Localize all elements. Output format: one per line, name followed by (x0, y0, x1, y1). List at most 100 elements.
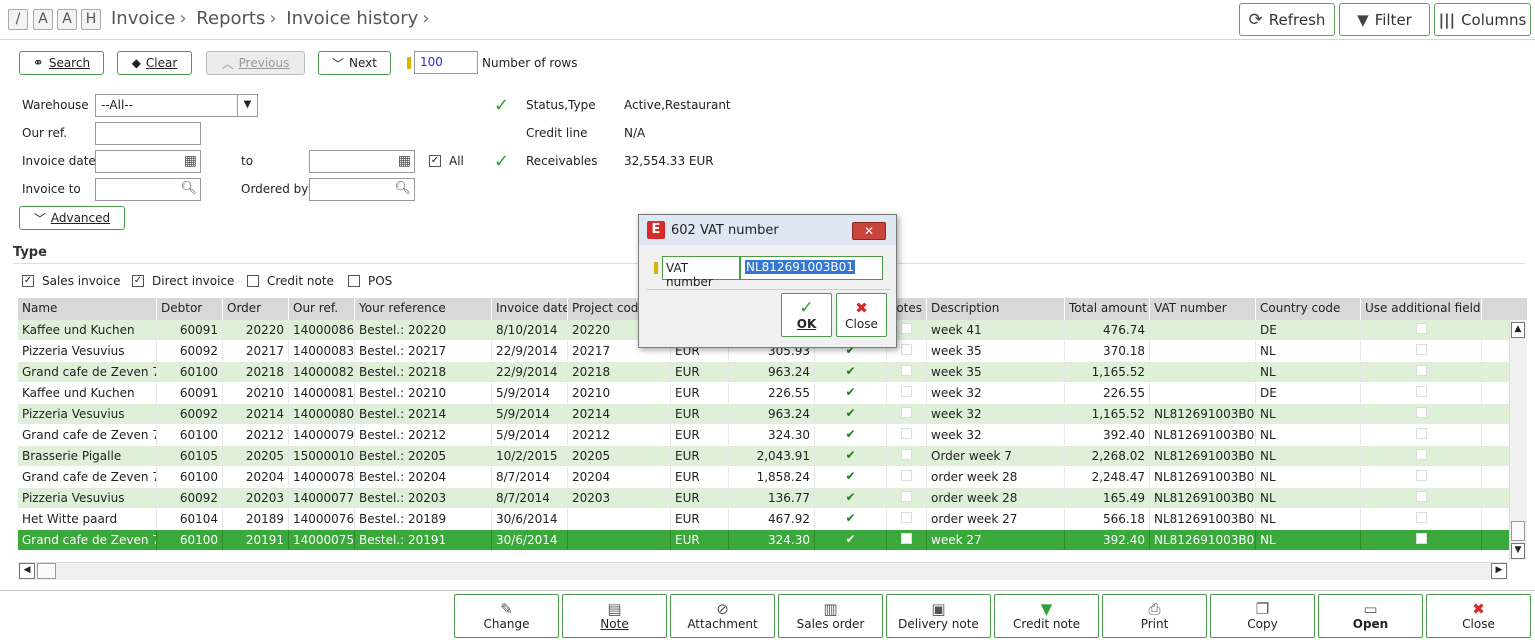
search-button[interactable]: ⚭ Search (19, 51, 104, 75)
filter-button[interactable]: ▼ Filter (1339, 3, 1430, 36)
dropdown-arrow-icon[interactable]: ▼ (237, 95, 257, 116)
cell-checkbox[interactable] (901, 344, 912, 355)
table-row[interactable]: Het Witte paard 60104 20189 14000076 Bestel.… (18, 509, 1527, 530)
col-our-ref[interactable]: Our ref. (289, 298, 355, 320)
col-name[interactable]: Name (18, 298, 157, 320)
breadcrumb-reports[interactable]: Reports (196, 8, 265, 29)
col-invoice-date[interactable]: Invoice date (492, 298, 568, 320)
table-row[interactable]: Brasserie Pigalle 60105 20205 15000010 Beste… (18, 446, 1527, 467)
cell-checkbox[interactable] (901, 386, 912, 397)
attachment-button[interactable]: ⊘ Attachment (670, 594, 775, 638)
col-description[interactable]: Description (927, 298, 1065, 320)
cell-checkbox[interactable] (1415, 470, 1427, 481)
cell-checkbox[interactable] (901, 323, 912, 334)
scroll-up-arrow-icon[interactable]: ▲ (1511, 322, 1525, 338)
note-button[interactable]: ▤ Note (562, 594, 667, 638)
table-row[interactable]: Kaffee und Kuchen 60091 20210 14000081 Beste… (18, 383, 1527, 404)
pos-checkbox[interactable] (348, 275, 360, 287)
col-country-code[interactable]: Country code (1256, 298, 1361, 320)
sales-invoice-label: Sales invoice (42, 274, 121, 288)
vat-number-input[interactable]: NL812691003B01 (740, 256, 883, 280)
font-small-button[interactable]: A (33, 9, 53, 30)
invoice-date-from-input[interactable]: ▦ (95, 150, 201, 173)
cell-checkbox[interactable] (1415, 344, 1427, 355)
cell-total-amount: 392.40 (1065, 425, 1150, 445)
calendar-icon[interactable]: ▦ (398, 153, 411, 169)
cell-checkbox[interactable] (901, 533, 912, 544)
col-order[interactable]: Order (223, 298, 289, 320)
col-debtor[interactable]: Debtor (157, 298, 223, 320)
calendar-icon[interactable]: ▦ (184, 153, 197, 169)
print-button[interactable]: ⎙ Print (1102, 594, 1207, 638)
cell-checkbox[interactable] (1415, 386, 1427, 397)
all-dates-checkbox[interactable]: ✓ (429, 155, 441, 167)
lookup-icon[interactable]: 🔍︎ (394, 181, 411, 196)
our-ref-input[interactable] (95, 122, 201, 145)
copy-button[interactable]: ❐ Copy (1210, 594, 1315, 638)
cell-checkbox[interactable] (1415, 428, 1427, 439)
col-vat-number[interactable]: VAT number (1150, 298, 1256, 320)
ok-button[interactable]: ✓ OK (781, 293, 832, 337)
cell-checkbox[interactable] (1415, 491, 1427, 502)
table-row[interactable]: Pizzeria Vesuvius 60092 20203 14000077 Beste… (18, 488, 1527, 509)
scroll-down-arrow-icon[interactable]: ▼ (1511, 543, 1525, 559)
scroll-right-arrow-icon[interactable]: ▶ (1491, 563, 1507, 579)
cell-checkbox[interactable] (901, 449, 912, 460)
next-button[interactable]: ﹀ Next (318, 51, 391, 75)
credit-note-label: Credit note (267, 274, 334, 288)
col-total-amount[interactable]: Total amount (1065, 298, 1150, 320)
col-use-additional-fields[interactable]: Use additional fields (1361, 298, 1482, 320)
cell-total-amount: 2,268.02 (1065, 446, 1150, 466)
columns-button[interactable]: ||| Columns (1434, 3, 1531, 36)
help-button[interactable]: H (81, 9, 101, 30)
cell-checkbox[interactable] (1415, 512, 1427, 523)
open-button[interactable]: ▭ Open (1318, 594, 1423, 638)
rows-count-input[interactable]: 100 (414, 51, 478, 74)
clear-button[interactable]: ◆ Clear (117, 51, 192, 75)
cell-checkbox[interactable] (1415, 449, 1427, 460)
ordered-by-input[interactable]: 🔍︎ (309, 178, 415, 201)
breadcrumb-invoice-history[interactable]: Invoice history (286, 8, 418, 29)
delivery-note-button[interactable]: ▣ Delivery note (886, 594, 991, 638)
cell-notes (887, 488, 927, 508)
breadcrumb-invoice[interactable]: Invoice (111, 8, 175, 29)
close-icon[interactable]: ✕ (852, 222, 886, 240)
cell-checkbox[interactable] (901, 428, 912, 439)
cell-checkbox[interactable] (901, 491, 912, 502)
table-row[interactable]: Grand cafe de Zeven 7 H60100202121400007… (18, 425, 1527, 446)
hscroll-thumb[interactable] (37, 563, 56, 579)
change-button[interactable]: ✎ Change (454, 594, 559, 638)
font-large-button[interactable]: A (57, 9, 77, 30)
scroll-left-arrow-icon[interactable]: ◀ (19, 563, 35, 579)
cell-checkbox[interactable] (1415, 407, 1427, 418)
sales-invoice-checkbox[interactable]: ✓ (22, 275, 34, 287)
cell-checkbox[interactable] (901, 365, 912, 376)
lookup-icon[interactable]: 🔍︎ (180, 181, 197, 196)
credit-note-button[interactable]: ▼ Credit note (994, 594, 1099, 638)
slash-button[interactable]: / (8, 9, 28, 30)
col-your-reference[interactable]: Your reference (355, 298, 492, 320)
warehouse-select[interactable]: --All-- ▼ (95, 94, 258, 117)
previous-button[interactable]: ︿ Previous (206, 51, 305, 75)
table-row[interactable]: Grand cafe de Zeven 7 H60100202181400008… (18, 362, 1527, 383)
scroll-thumb[interactable] (1511, 521, 1525, 541)
cell-checkbox[interactable] (1415, 533, 1427, 544)
horizontal-scrollbar[interactable] (18, 562, 1508, 580)
cell-checkbox[interactable] (1415, 323, 1427, 334)
invoice-date-to-input[interactable]: ▦ (309, 150, 415, 173)
refresh-button[interactable]: ⟳ Refresh (1239, 3, 1335, 36)
credit-note-checkbox[interactable] (247, 275, 259, 287)
table-row[interactable]: Pizzeria Vesuvius 60092 20214 14000080 Beste… (18, 404, 1527, 425)
cell-checkbox[interactable] (901, 407, 912, 418)
cell-checkbox[interactable] (1415, 365, 1427, 376)
table-row[interactable]: Grand cafe de Zeven 7 H60100201911400007… (18, 530, 1527, 551)
invoice-to-input[interactable]: 🔍︎ (95, 178, 201, 201)
table-row[interactable]: Grand cafe de Zeven 7 H60100202041400007… (18, 467, 1527, 488)
sales-order-button[interactable]: ▥ Sales order (778, 594, 883, 638)
dialog-close-button[interactable]: ✖ Close (836, 293, 887, 337)
cell-checkbox[interactable] (901, 512, 912, 523)
direct-invoice-checkbox[interactable]: ✓ (132, 275, 144, 287)
advanced-button[interactable]: ﹀ Advanced (19, 206, 125, 230)
cell-checkbox[interactable] (901, 470, 912, 481)
close-button[interactable]: ✖ Close (1426, 594, 1531, 638)
